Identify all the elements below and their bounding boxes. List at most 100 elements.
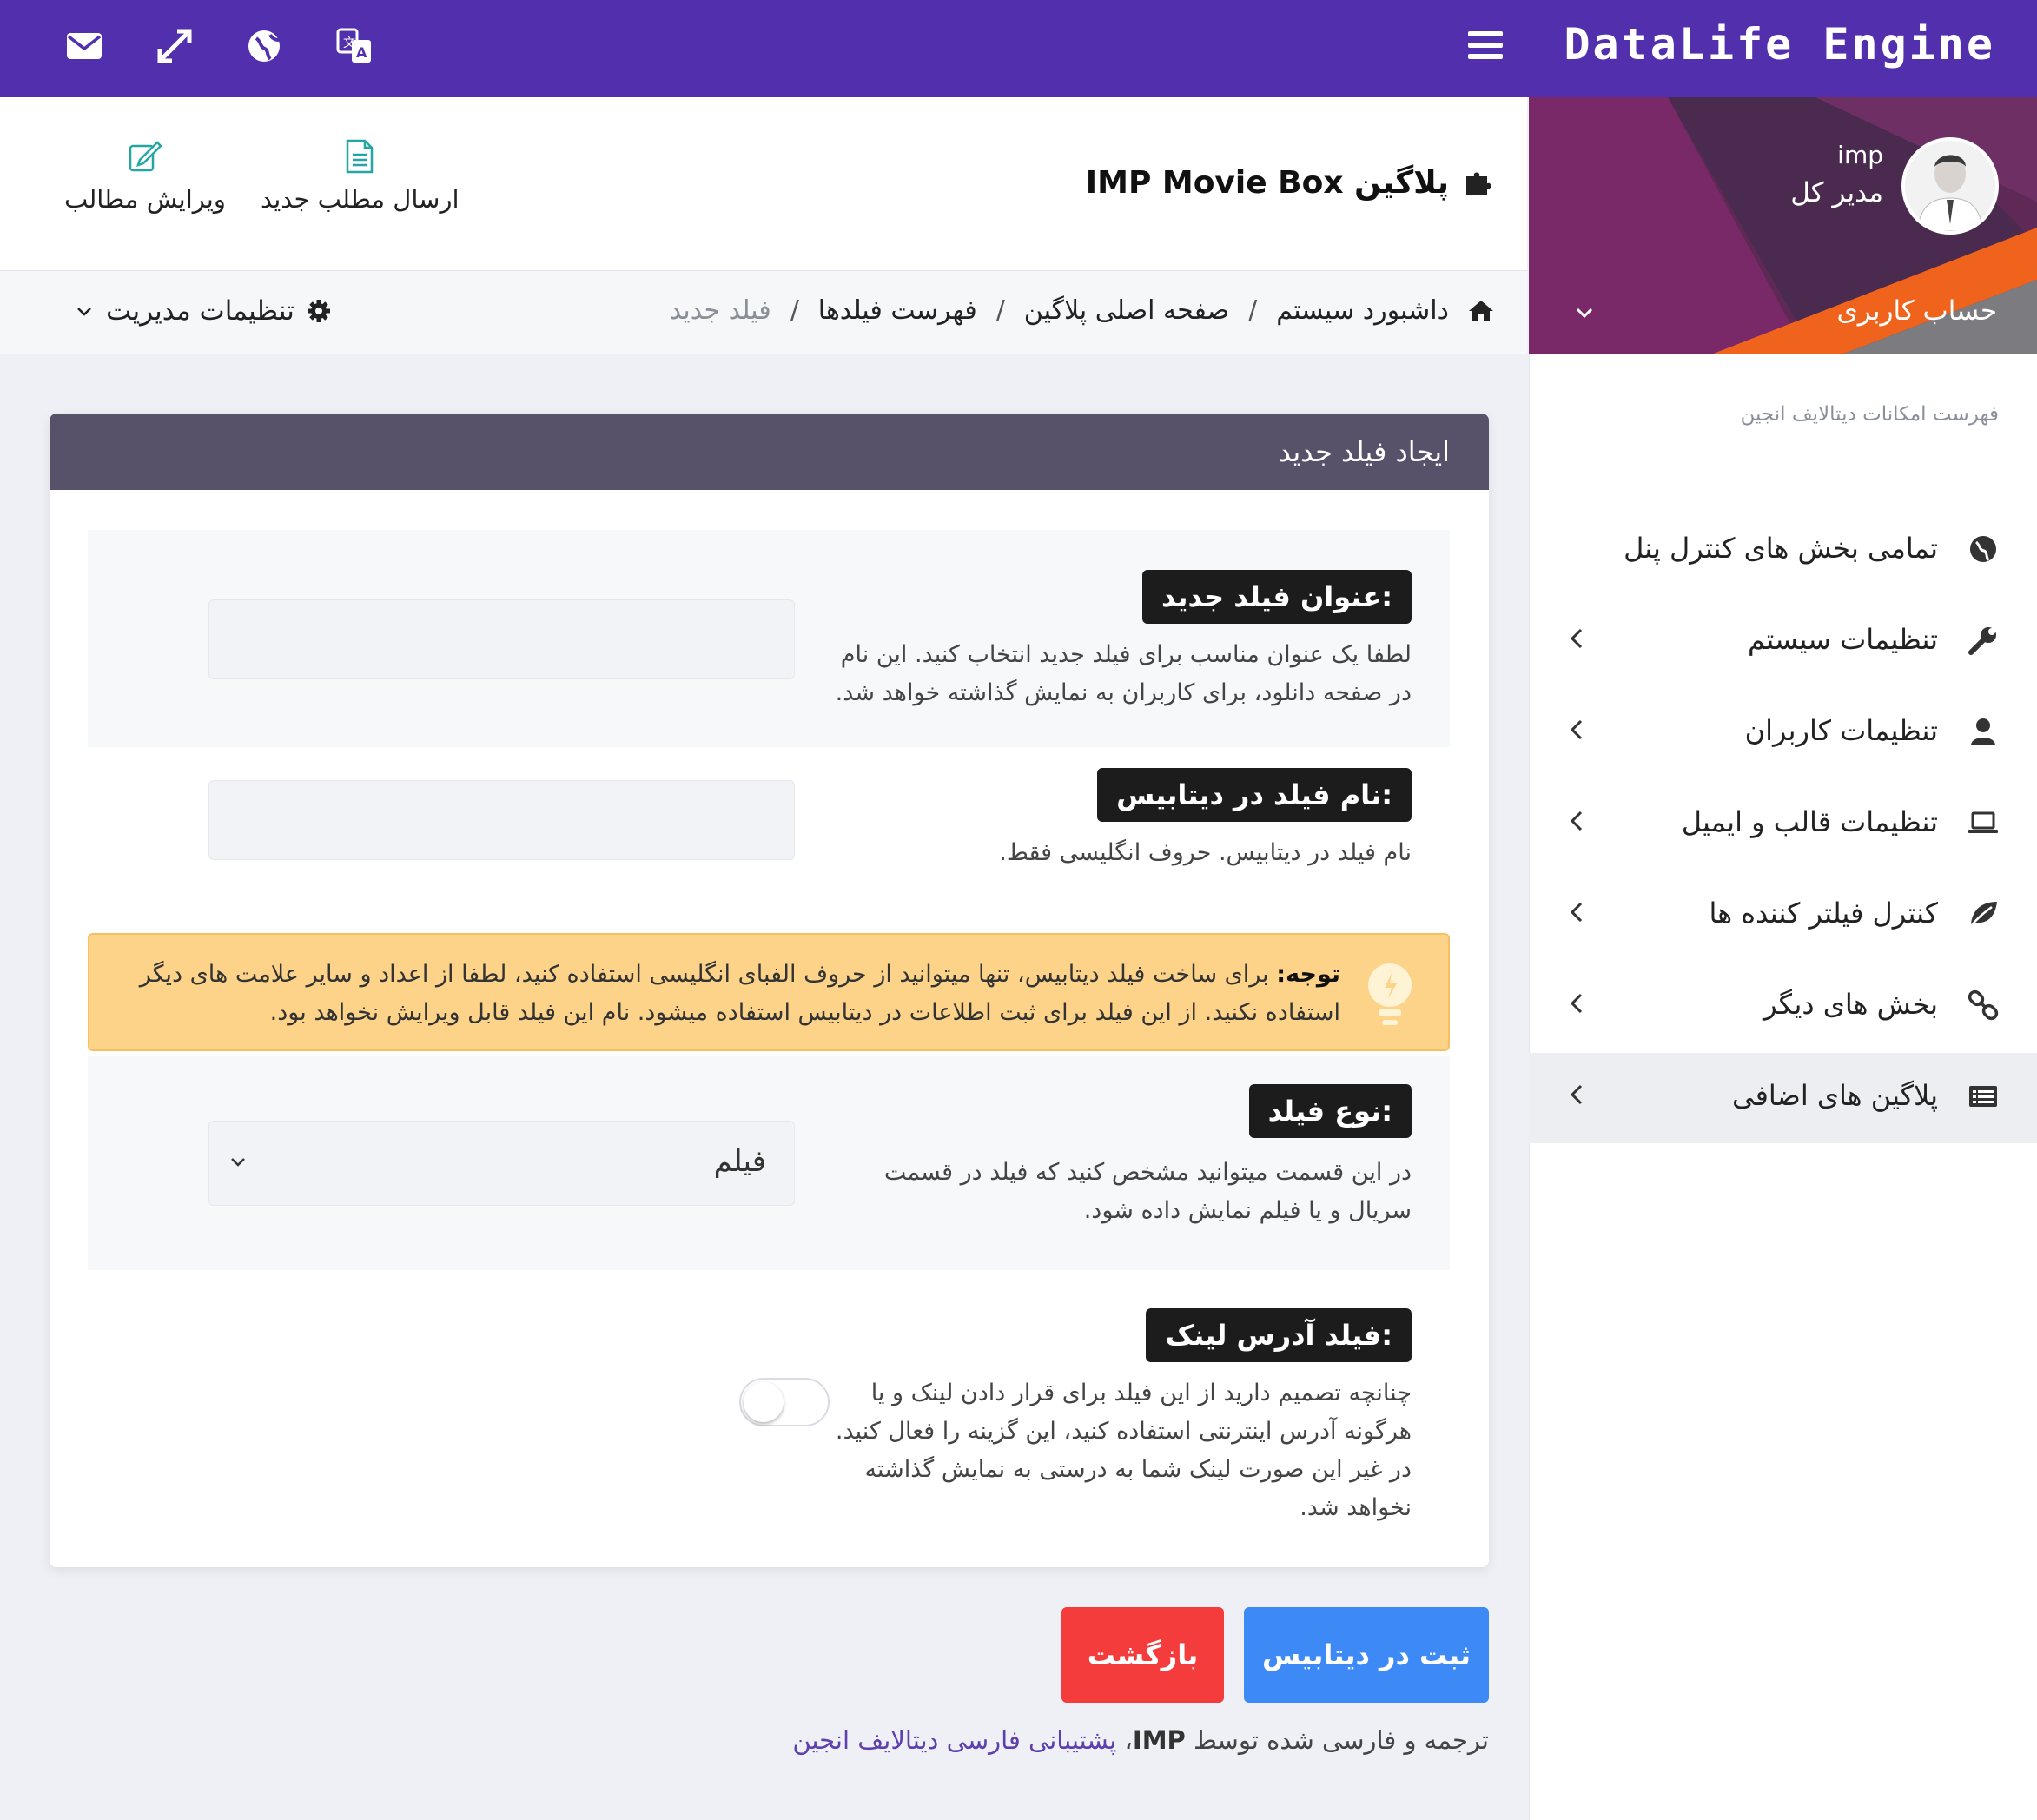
field-title-row: عنوان فیلد جدید: لطفا یک عنوان مناسب برا… — [88, 530, 1450, 747]
chevron-down-icon — [77, 308, 91, 316]
field-db-name-row: نام فیلد در دیتابیس: نام فیلد در دیتابیس… — [88, 768, 1450, 924]
panel-title: ایجاد فیلد جدید — [50, 414, 1489, 490]
username: imp — [1837, 141, 1883, 169]
chevron-left-icon — [1570, 811, 1583, 831]
notice-bold: توجه: — [1276, 961, 1340, 988]
edit-posts-button[interactable]: ویرایش مطالب — [64, 139, 226, 214]
sidebar-item-filter-control[interactable]: کنترل فیلتر کننده ها — [1529, 870, 2037, 961]
user-role: مدیر کل — [1790, 177, 1883, 208]
admin-settings-dropdown[interactable]: تنظیمات مدیریت — [75, 295, 331, 327]
new-post-label: ارسال مطلب جدید — [261, 184, 460, 214]
list-icon — [1969, 1086, 1997, 1107]
warning-notice: توجه: برای ساخت فیلد دیتابیس، تنها میتوا… — [88, 933, 1450, 1051]
footer-comma: ، — [1116, 1725, 1133, 1755]
field-db-name-input[interactable] — [208, 780, 795, 860]
field-title-description: لطفا یک عنوان مناسب برای فیلد جدید انتخا… — [835, 641, 1412, 706]
chevron-down-icon[interactable] — [1574, 302, 1595, 323]
sidebar-item-label: بخش های دیگر — [1763, 988, 1938, 1021]
chevron-left-icon — [1570, 1084, 1583, 1105]
breadcrumb: داشبورد سیستم / صفحه اصلی پلاگین / فهرست… — [670, 295, 1494, 326]
document-icon — [347, 139, 374, 174]
breadcrumb-separator: / — [1248, 295, 1258, 326]
footer-credit: ترجمه و فارسی شده توسط IMP، پشتیبانی فار… — [792, 1725, 1489, 1755]
chevron-left-icon — [1570, 628, 1583, 649]
new-post-button[interactable]: ارسال مطلب جدید — [261, 139, 460, 214]
sidebar-caption: فهرست امکانات دیتالایف انجین — [1740, 403, 1999, 426]
sidebar-item-label: تنظیمات قالب و ایمیل — [1681, 805, 1938, 838]
user-icon — [1971, 718, 1995, 745]
sidebar-item-template-settings[interactable]: تنظیمات قالب و ایمیل — [1529, 779, 2037, 870]
sidebar-item-label: کنترل فیلتر کننده ها — [1709, 897, 1938, 930]
field-title-input[interactable] — [208, 599, 795, 679]
svg-text:A: A — [356, 44, 367, 61]
field-type-select[interactable]: فیلم — [208, 1121, 795, 1206]
sidebar-item-user-settings[interactable]: تنظیمات کاربران — [1529, 688, 2037, 778]
sidebar: imp مدیر کل حساب کاربری فهرست امکانات دی… — [1529, 97, 2037, 1820]
chevron-left-icon — [1570, 993, 1583, 1014]
gear-icon — [307, 300, 330, 322]
menu-icon[interactable] — [1468, 31, 1503, 61]
sidebar-item-label: تنظیمات سیستم — [1748, 623, 1938, 656]
sidebar-item-extra-plugins[interactable]: پلاگین های اضافی — [1529, 1053, 2037, 1143]
svg-text:文: 文 — [343, 36, 355, 50]
wrench-icon — [1968, 627, 1996, 655]
breadcrumb-fields-list[interactable]: فهرست فیلدها — [818, 295, 977, 326]
translate-icon[interactable]: 文 A — [334, 26, 374, 66]
field-title-label: عنوان فیلد جدید: — [1142, 570, 1412, 624]
page-title: پلاگین IMP Movie Box — [1086, 165, 1494, 201]
sidebar-item-all-sections[interactable]: تمامی بخش های کنترل پنل — [1529, 506, 2037, 596]
chevron-down-icon — [231, 1158, 245, 1167]
field-type-row: نوع فیلد: در این قسمت میتوانید مشخص کنید… — [88, 1056, 1450, 1270]
field-db-name-label: نام فیلد در دیتابیس: — [1097, 768, 1412, 822]
home-icon[interactable] — [1468, 299, 1494, 323]
globe-icon[interactable] — [244, 26, 284, 66]
persian-support-link[interactable]: پشتیبانی فارسی دیتالایف انجین — [792, 1725, 1116, 1755]
page-header: پلاگین IMP Movie Box ارسال مطلب جدید ویر… — [0, 97, 1527, 271]
field-type-description: در این قسمت میتوانید مشخص کنید که فیلد د… — [883, 1159, 1412, 1224]
laptop-icon — [1968, 811, 1998, 833]
fullscreen-icon[interactable] — [155, 26, 195, 66]
chevron-left-icon — [1570, 902, 1583, 923]
account-menu[interactable]: حساب کاربری — [1837, 295, 1997, 327]
link-icon — [1968, 989, 1999, 1021]
notice-body: برای ساخت فیلد دیتابیس، تنها میتوانید از… — [139, 961, 1340, 1026]
breadcrumb-plugin-home[interactable]: صفحه اصلی پلاگین — [1024, 295, 1229, 326]
brand-logo[interactable]: DataLife Engine — [1564, 19, 1995, 69]
field-link-toggle[interactable] — [739, 1378, 830, 1426]
field-link-description: چنانچه تصمیم دارید از این فیلد برای قرار… — [835, 1380, 1412, 1521]
chevron-left-icon — [1570, 719, 1583, 740]
lightbulb-icon — [1368, 963, 1412, 1025]
field-type-label: نوع فیلد: — [1248, 1084, 1412, 1138]
notice-text: توجه: برای ساخت فیلد دیتابیس، تنها میتوا… — [107, 956, 1340, 1032]
puzzle-icon — [1466, 172, 1491, 195]
mail-icon[interactable] — [64, 26, 104, 66]
breadcrumb-current: فیلد جدید — [669, 295, 771, 326]
sidebar-item-label: تمامی بخش های کنترل پنل — [1624, 532, 1938, 565]
field-type-selected-value: فیلم — [713, 1144, 766, 1179]
breadcrumb-separator: / — [790, 295, 799, 326]
top-navbar: DataLife Engine 文 A — [0, 0, 2037, 97]
back-button[interactable]: بازگشت — [1061, 1607, 1224, 1703]
page-title-text: پلاگین IMP Movie Box — [1085, 165, 1449, 201]
field-db-name-description: نام فیلد در دیتابیس. حروف انگلیسی فقط. — [999, 839, 1412, 866]
edit-posts-label: ویرایش مطالب — [64, 184, 226, 214]
globe-icon — [1970, 536, 1996, 562]
avatar[interactable] — [1901, 137, 1999, 235]
breadcrumb-dashboard[interactable]: داشبورد سیستم — [1276, 295, 1449, 326]
user-profile-card: imp مدیر کل حساب کاربری — [1529, 97, 2037, 354]
sidebar-item-other-sections[interactable]: بخش های دیگر — [1529, 962, 2037, 1052]
breadcrumb-bar: داشبورد سیستم / صفحه اصلی پلاگین / فهرست… — [0, 271, 1527, 354]
breadcrumb-separator: / — [995, 295, 1005, 326]
save-to-database-button[interactable]: ثبت در دیتابیس — [1244, 1607, 1489, 1703]
footer-prefix: ترجمه و فارسی شده توسط — [1185, 1725, 1489, 1755]
edit-icon — [129, 141, 162, 172]
leaf-icon — [1970, 902, 1997, 927]
sidebar-item-label: پلاگین های اضافی — [1731, 1079, 1938, 1112]
sidebar-item-system-settings[interactable]: تنظیمات سیستم — [1529, 597, 2037, 687]
field-link-row: فیلد آدرس لینک: چنانچه تصمیم دارید از ای… — [88, 1308, 1450, 1521]
create-field-panel: ایجاد فیلد جدید عنوان فیلد جدید: لطفا یک… — [50, 414, 1489, 1567]
admin-settings-label: تنظیمات مدیریت — [106, 295, 294, 327]
toggle-knob — [744, 1382, 784, 1422]
sidebar-item-label: تنظیمات کاربران — [1744, 714, 1938, 747]
footer-imp: IMP — [1132, 1725, 1186, 1755]
